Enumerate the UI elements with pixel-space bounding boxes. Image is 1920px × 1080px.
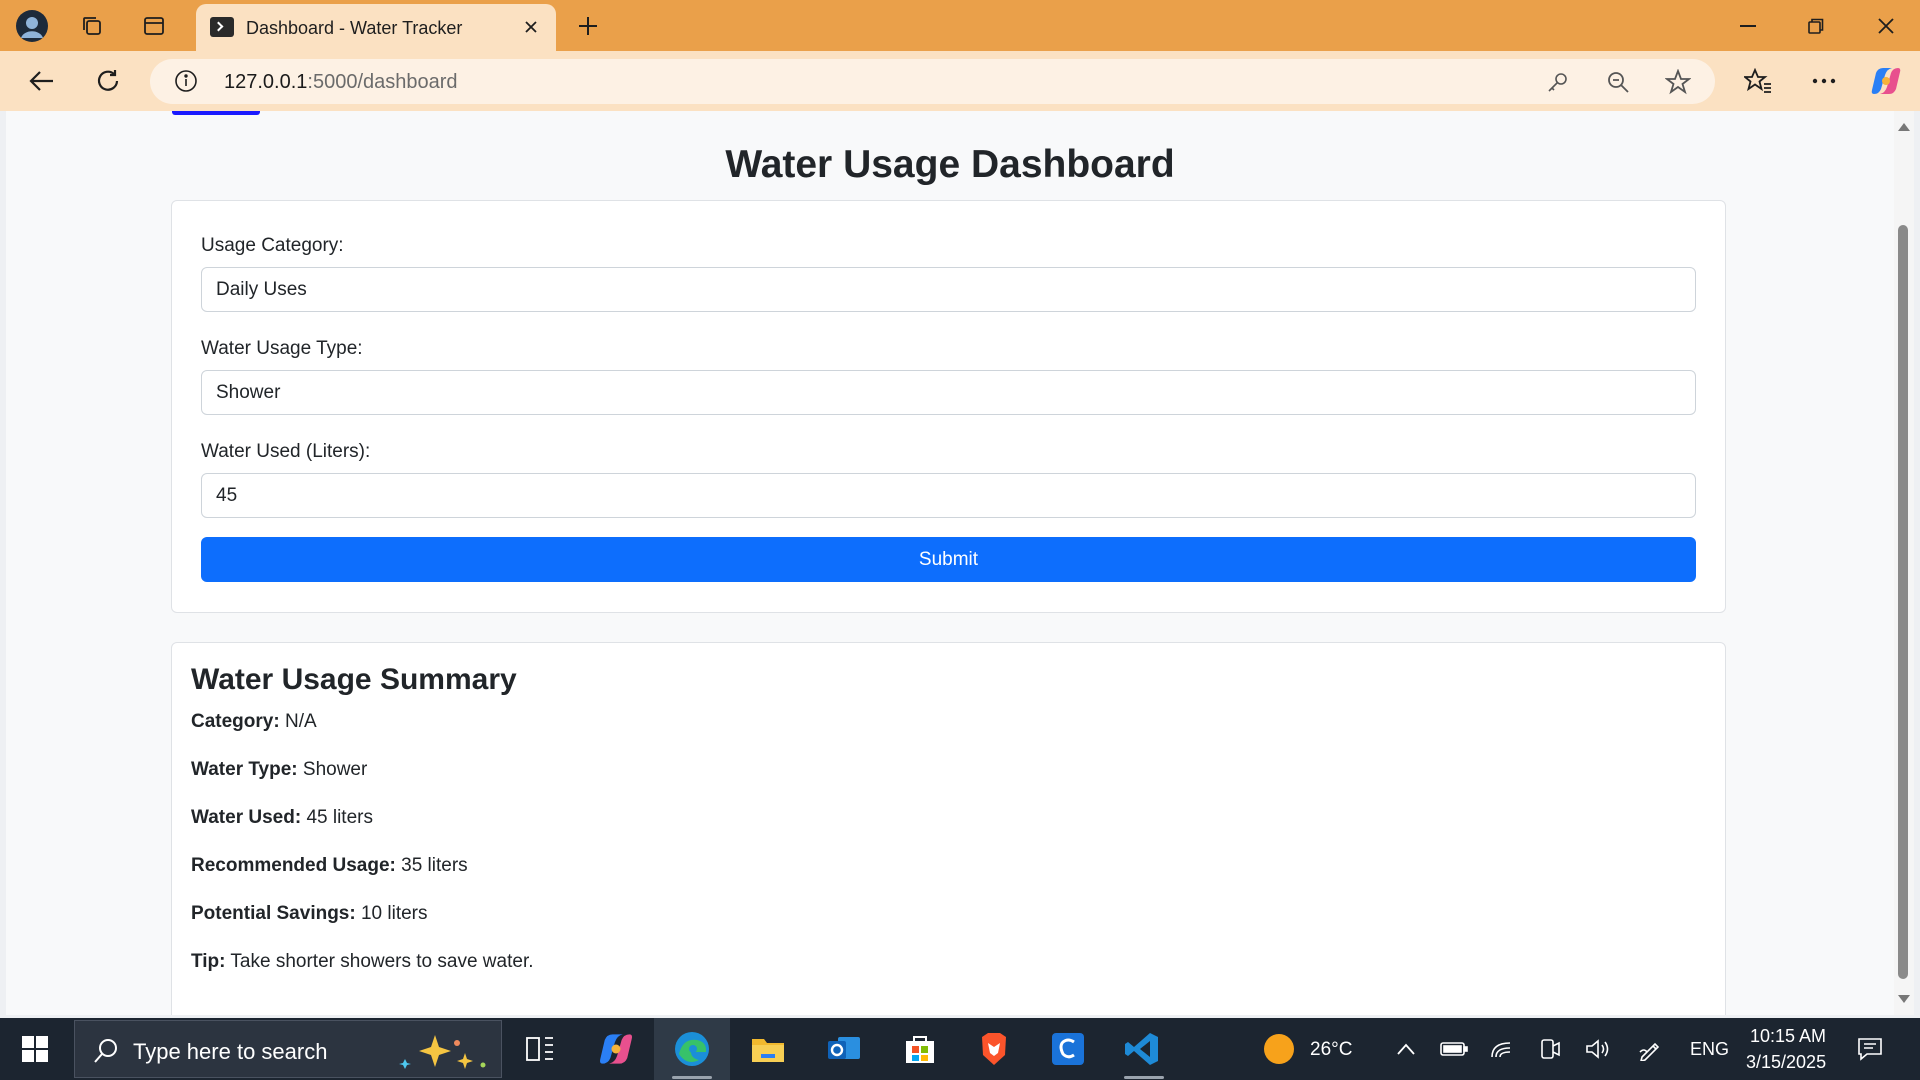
- taskbar-search[interactable]: Type here to search: [74, 1020, 502, 1078]
- summary-row-tip: Tip: Take shorter showers to save water.: [191, 951, 534, 973]
- copilot-icon[interactable]: [1866, 61, 1906, 101]
- weather-temperature[interactable]: 26°C: [1310, 1039, 1352, 1061]
- outlook-app-icon[interactable]: [824, 1029, 864, 1069]
- clock-time[interactable]: 10:15 AM: [1750, 1026, 1826, 1047]
- usage-form-card: Usage Category: Water Usage Type: Water …: [171, 200, 1726, 613]
- minimize-icon[interactable]: [1714, 0, 1782, 51]
- favorites-icon[interactable]: [1738, 61, 1778, 101]
- code-c-app-icon[interactable]: [1048, 1029, 1088, 1069]
- vertical-tabs-icon[interactable]: [136, 8, 172, 44]
- url-path: :5000/dashboard: [307, 71, 458, 93]
- summary-value: 10 liters: [360, 903, 428, 924]
- browser-toolbar: 127.0.0.1:5000/dashboard: [0, 51, 1920, 111]
- page-title: Water Usage Dashboard: [725, 143, 1175, 186]
- summary-row-category: Category: N/A: [191, 711, 317, 733]
- back-icon[interactable]: [22, 61, 62, 101]
- store-app-icon[interactable]: [900, 1029, 940, 1069]
- battery-icon[interactable]: [1434, 1029, 1474, 1069]
- brave-app-icon[interactable]: [974, 1029, 1014, 1069]
- hidden-nav-edge: [172, 111, 260, 115]
- zoom-out-icon[interactable]: [1604, 68, 1632, 96]
- close-tab-icon[interactable]: [518, 14, 544, 40]
- page-scrollbar[interactable]: [1894, 111, 1914, 1015]
- water-used-label: Water Used (Liters):: [201, 441, 371, 462]
- refresh-icon[interactable]: [88, 61, 128, 101]
- volume-icon[interactable]: [1578, 1029, 1618, 1069]
- search-icon: [94, 1039, 117, 1063]
- task-view-icon[interactable]: [520, 1029, 560, 1069]
- summary-value: Take shorter showers to save water.: [230, 951, 534, 972]
- wifi-icon[interactable]: [1482, 1029, 1522, 1069]
- usage-type-label: Water Usage Type:: [201, 338, 363, 359]
- summary-label: Water Type:: [191, 759, 298, 780]
- scroll-thumb[interactable]: [1898, 225, 1908, 979]
- close-window-icon[interactable]: [1852, 0, 1920, 51]
- summary-label: Recommended Usage:: [191, 855, 396, 876]
- submit-button[interactable]: Submit: [201, 537, 1696, 582]
- language-indicator[interactable]: ENG: [1690, 1039, 1729, 1060]
- usage-type-input[interactable]: [201, 370, 1696, 415]
- clock-date[interactable]: 3/15/2025: [1746, 1052, 1826, 1073]
- active-tab[interactable]: Dashboard - Water Tracker: [196, 4, 556, 51]
- scroll-up-icon[interactable]: [1898, 123, 1910, 131]
- password-key-icon[interactable]: [1544, 68, 1572, 96]
- summary-value: Shower: [302, 759, 368, 780]
- category-label: Usage Category:: [201, 235, 344, 256]
- workspaces-icon[interactable]: [74, 8, 110, 44]
- notifications-icon[interactable]: [1850, 1029, 1890, 1069]
- copilot-app-icon[interactable]: [596, 1029, 636, 1069]
- more-options-icon[interactable]: [1804, 61, 1844, 101]
- vscode-app-icon[interactable]: [1122, 1029, 1162, 1069]
- restore-icon[interactable]: [1782, 0, 1850, 51]
- summary-value: 45 liters: [306, 807, 373, 828]
- summary-label: Category:: [191, 711, 280, 732]
- url-host: 127.0.0.1: [224, 71, 308, 93]
- summary-label: Water Used:: [191, 807, 302, 828]
- summary-row-water-used: Water Used: 45 liters: [191, 807, 373, 829]
- meet-now-icon[interactable]: [1530, 1029, 1570, 1069]
- summary-label: Tip:: [191, 951, 226, 972]
- page-viewport: Water Usage Dashboard Usage Category: Wa…: [6, 111, 1894, 1015]
- summary-row-savings: Potential Savings: 10 liters: [191, 903, 428, 925]
- active-app-indicator: [672, 1076, 712, 1079]
- pen-menu-icon[interactable]: [1630, 1029, 1670, 1069]
- site-info-icon[interactable]: [174, 69, 198, 93]
- address-bar[interactable]: 127.0.0.1:5000/dashboard: [150, 59, 1715, 104]
- weather-sun-icon[interactable]: [1264, 1034, 1294, 1064]
- sparkle-icon: [399, 1035, 486, 1069]
- scroll-down-icon[interactable]: [1898, 995, 1910, 1003]
- tab-title: Dashboard - Water Tracker: [246, 18, 463, 38]
- file-explorer-icon[interactable]: [748, 1029, 788, 1069]
- summary-label: Potential Savings:: [191, 903, 356, 924]
- summary-card: Water Usage Summary Category: N/A Water …: [171, 642, 1726, 1015]
- windows-start-icon[interactable]: [22, 1036, 48, 1062]
- water-used-input[interactable]: [201, 473, 1696, 518]
- edge-app-icon[interactable]: [672, 1029, 712, 1069]
- browser-titlebar: Dashboard - Water Tracker: [0, 0, 1920, 51]
- favorite-star-icon[interactable]: [1664, 68, 1692, 96]
- summary-value: 35 liters: [401, 855, 468, 876]
- url-text[interactable]: 127.0.0.1:5000/dashboard: [224, 71, 458, 94]
- search-placeholder: Type here to search: [133, 1039, 328, 1064]
- summary-title: Water Usage Summary: [191, 663, 517, 696]
- category-input[interactable]: [201, 267, 1696, 312]
- windows-taskbar: Type here to search 26°C ENG 10:15 AM 3/…: [0, 1018, 1920, 1080]
- terminal-favicon-icon: [210, 17, 234, 37]
- summary-row-water-type: Water Type: Shower: [191, 759, 367, 781]
- profile-avatar-icon[interactable]: [14, 8, 50, 44]
- tray-chevron-up-icon[interactable]: [1386, 1029, 1426, 1069]
- summary-value: N/A: [284, 711, 317, 732]
- summary-row-recommended: Recommended Usage: 35 liters: [191, 855, 468, 877]
- vscode-running-indicator: [1124, 1076, 1164, 1079]
- new-tab-icon[interactable]: [570, 8, 606, 44]
